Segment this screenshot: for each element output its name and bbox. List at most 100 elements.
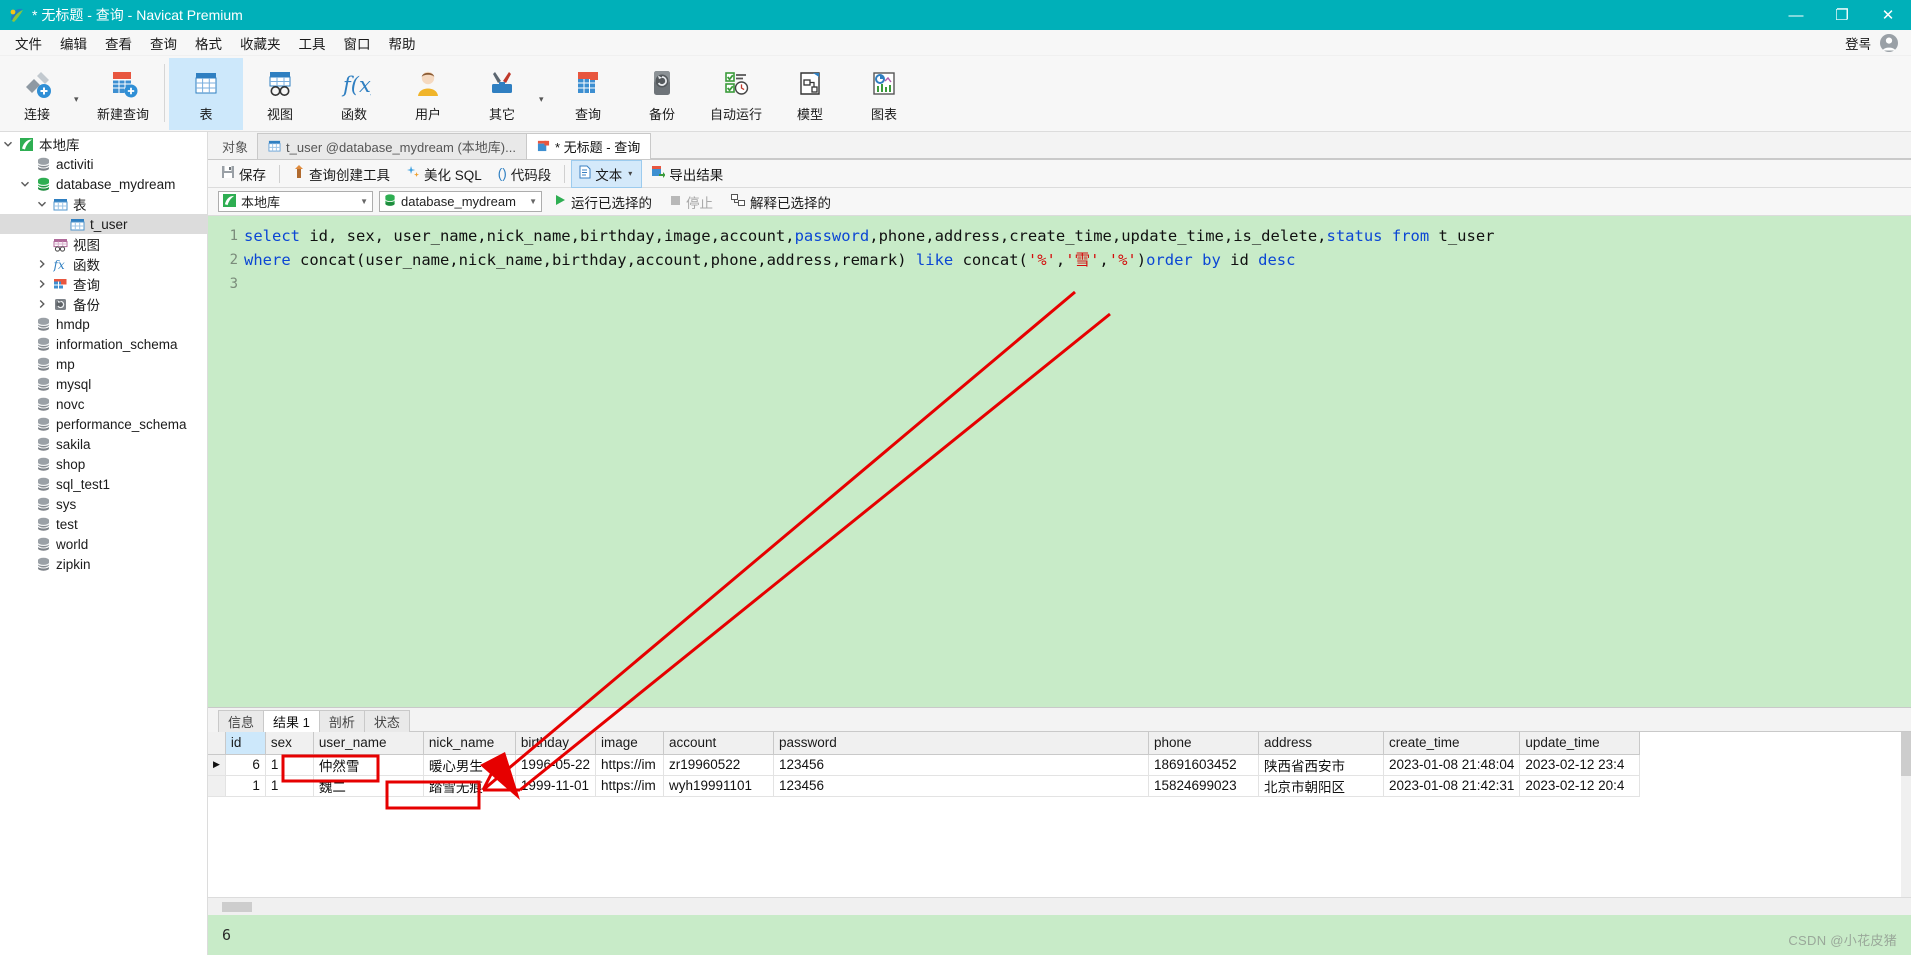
result-tab-1[interactable]: 结果 1 — [263, 710, 320, 732]
tree-node-zipkin[interactable]: zipkin — [0, 554, 207, 574]
column-header-update_time[interactable]: update_time — [1519, 732, 1641, 755]
cell-update_time[interactable]: 2023-02-12 23:4 — [1519, 754, 1641, 776]
tree-node-information_schema[interactable]: information_schema — [0, 334, 207, 354]
sql-line-3[interactable] — [244, 272, 1911, 296]
cell-nick_name[interactable]: 踏雪无痕 — [423, 775, 516, 797]
toolbar-user[interactable]: 用户 — [391, 58, 465, 130]
text-mode-button[interactable]: 文本 ▾ — [571, 159, 643, 188]
cell-password[interactable]: 123456 — [773, 754, 1149, 776]
row-marker[interactable] — [208, 775, 226, 797]
result-grid-wrapper[interactable]: id sex user_name nick_name birthday image acco… — [208, 732, 1911, 897]
close-button[interactable]: ✕ — [1865, 0, 1911, 30]
result-vertical-scroll-thumb[interactable] — [1901, 732, 1911, 776]
column-header-user_name[interactable]: user_name — [313, 732, 424, 755]
result-horizontal-scroll-thumb[interactable] — [222, 902, 252, 912]
result-tab-0[interactable]: 信息 — [218, 710, 265, 732]
tree-node--[interactable]: 表 — [0, 194, 207, 214]
column-header-password[interactable]: password — [773, 732, 1149, 755]
cell-birthday[interactable]: 1996-05-22 — [515, 754, 596, 776]
tree-node-database_mydream[interactable]: database_mydream — [0, 174, 207, 194]
menu-file[interactable]: 文件 — [6, 30, 51, 56]
tree-node-hmdp[interactable]: hmdp — [0, 314, 207, 334]
cell-image[interactable]: https://im — [595, 754, 664, 776]
toolbar-table[interactable]: 表 — [169, 58, 243, 130]
stop-button[interactable]: 停止 — [664, 190, 719, 214]
menu-window[interactable]: 窗口 — [335, 30, 380, 56]
result-vertical-scrollbar[interactable] — [1901, 732, 1911, 897]
cell-password[interactable]: 123456 — [773, 775, 1149, 797]
toolbar-automation[interactable]: 自动运行 — [699, 58, 773, 130]
tree-node-activiti[interactable]: activiti — [0, 154, 207, 174]
snippet-button[interactable]: () 代码段 — [491, 161, 559, 187]
cell-id[interactable]: 1 — [225, 775, 266, 797]
sql-editor[interactable]: 1 2 3 select id, sex, user_name,nick_name,… — [208, 216, 1911, 707]
cell-account[interactable]: zr19960522 — [663, 754, 774, 776]
run-selected-button[interactable]: 运行已选择的 — [548, 190, 658, 214]
tree-node-mysql[interactable]: mysql — [0, 374, 207, 394]
database-caret-icon[interactable]: ▼ — [529, 197, 537, 206]
tree-node--[interactable]: 本地库 — [0, 134, 207, 154]
tree-node-sys[interactable]: sys — [0, 494, 207, 514]
column-header-account[interactable]: account — [663, 732, 774, 755]
table-row[interactable]: ▶ 6 1 仲然雪 暖心男生 1996-05-22 https://im zr19960522… — [208, 754, 1641, 776]
login-area[interactable]: 登록 — [1845, 33, 1911, 53]
cell-account[interactable]: wyh19991101 — [663, 775, 774, 797]
tab-table-t-user[interactable]: t_user @database_mydream (本地库)... — [257, 133, 527, 159]
toolbar-connection[interactable]: 连接 — [0, 58, 74, 130]
tab-query-untitled[interactable]: * 无标题 - 查询 — [525, 133, 652, 159]
toolbar-function[interactable]: f(x) 函数 — [317, 58, 391, 130]
chevron-right-icon[interactable] — [34, 299, 50, 309]
cell-address[interactable]: 陕西省西安市 — [1258, 754, 1384, 776]
column-header-sex[interactable]: sex — [265, 732, 314, 755]
menu-format[interactable]: 格式 — [186, 30, 231, 56]
chevron-down-icon[interactable] — [0, 139, 16, 149]
tree-node--[interactable]: 备份 — [0, 294, 207, 314]
result-horizontal-scrollbar[interactable] — [208, 897, 1911, 915]
toolbar-backup[interactable]: 备份 — [625, 58, 699, 130]
column-header-create_time[interactable]: create_time — [1383, 732, 1521, 755]
chevron-right-icon[interactable] — [34, 259, 50, 269]
maximize-button[interactable]: ❐ — [1819, 0, 1865, 30]
column-header-address[interactable]: address — [1258, 732, 1384, 755]
save-button[interactable]: 保存 — [214, 161, 273, 187]
tab-objects[interactable]: 对象 — [212, 133, 258, 159]
sql-code-area[interactable]: select id, sex, user_name,nick_name,birt… — [244, 216, 1911, 707]
toolbar-new-query[interactable]: 新建查询 — [86, 58, 160, 130]
export-result-button[interactable]: 导出结果 — [644, 161, 730, 187]
cell-user_name[interactable]: 仲然雪 — [313, 754, 424, 776]
database-select[interactable]: database_mydream ▼ — [379, 191, 542, 212]
result-tab-3[interactable]: 状态 — [363, 710, 410, 732]
cell-address[interactable]: 北京市朝阳区 — [1258, 775, 1384, 797]
cell-create_time[interactable]: 2023-01-08 21:48:04 — [1383, 754, 1521, 776]
tree-node-sql_test1[interactable]: sql_test1 — [0, 474, 207, 494]
other-dropdown-caret-icon[interactable]: ▾ — [539, 47, 551, 105]
column-header-nick_name[interactable]: nick_name — [423, 732, 516, 755]
column-header-image[interactable]: image — [595, 732, 664, 755]
cell-image[interactable]: https://im — [595, 775, 664, 797]
cell-id[interactable]: 6 — [225, 754, 266, 776]
tree-node-novc[interactable]: novc — [0, 394, 207, 414]
menu-query[interactable]: 查询 — [141, 30, 186, 56]
menu-favorites[interactable]: 收藏夹 — [231, 30, 290, 56]
cell-sex[interactable]: 1 — [265, 775, 314, 797]
connection-dropdown-caret-icon[interactable]: ▾ — [74, 47, 86, 105]
tree-node-mp[interactable]: mp — [0, 354, 207, 374]
column-header-phone[interactable]: phone — [1148, 732, 1259, 755]
cell-sex[interactable]: 1 — [265, 754, 314, 776]
toolbar-view[interactable]: 视图 — [243, 58, 317, 130]
beautify-sql-button[interactable]: 美化 SQL — [399, 161, 489, 187]
text-mode-caret-icon[interactable]: ▾ — [626, 169, 634, 178]
cell-create_time[interactable]: 2023-01-08 21:42:31 — [1383, 775, 1521, 797]
row-marker[interactable]: ▶ — [208, 754, 226, 776]
minimize-button[interactable]: — — [1773, 0, 1819, 30]
toolbar-model[interactable]: 模型 — [773, 58, 847, 130]
chevron-down-icon[interactable] — [17, 179, 33, 189]
cell-phone[interactable]: 18691603452 — [1148, 754, 1259, 776]
toolbar-other[interactable]: 其它 — [465, 58, 539, 130]
result-grid[interactable]: id sex user_name nick_name birthday image acco… — [208, 732, 1641, 797]
tree-node-performance_schema[interactable]: performance_schema — [0, 414, 207, 434]
toolbar-query[interactable]: 查询 — [551, 58, 625, 130]
tree-node-test[interactable]: test — [0, 514, 207, 534]
sql-line-1[interactable]: select id, sex, user_name,nick_name,birt… — [244, 224, 1911, 248]
connection-select[interactable]: 本地库 ▼ — [218, 191, 373, 212]
